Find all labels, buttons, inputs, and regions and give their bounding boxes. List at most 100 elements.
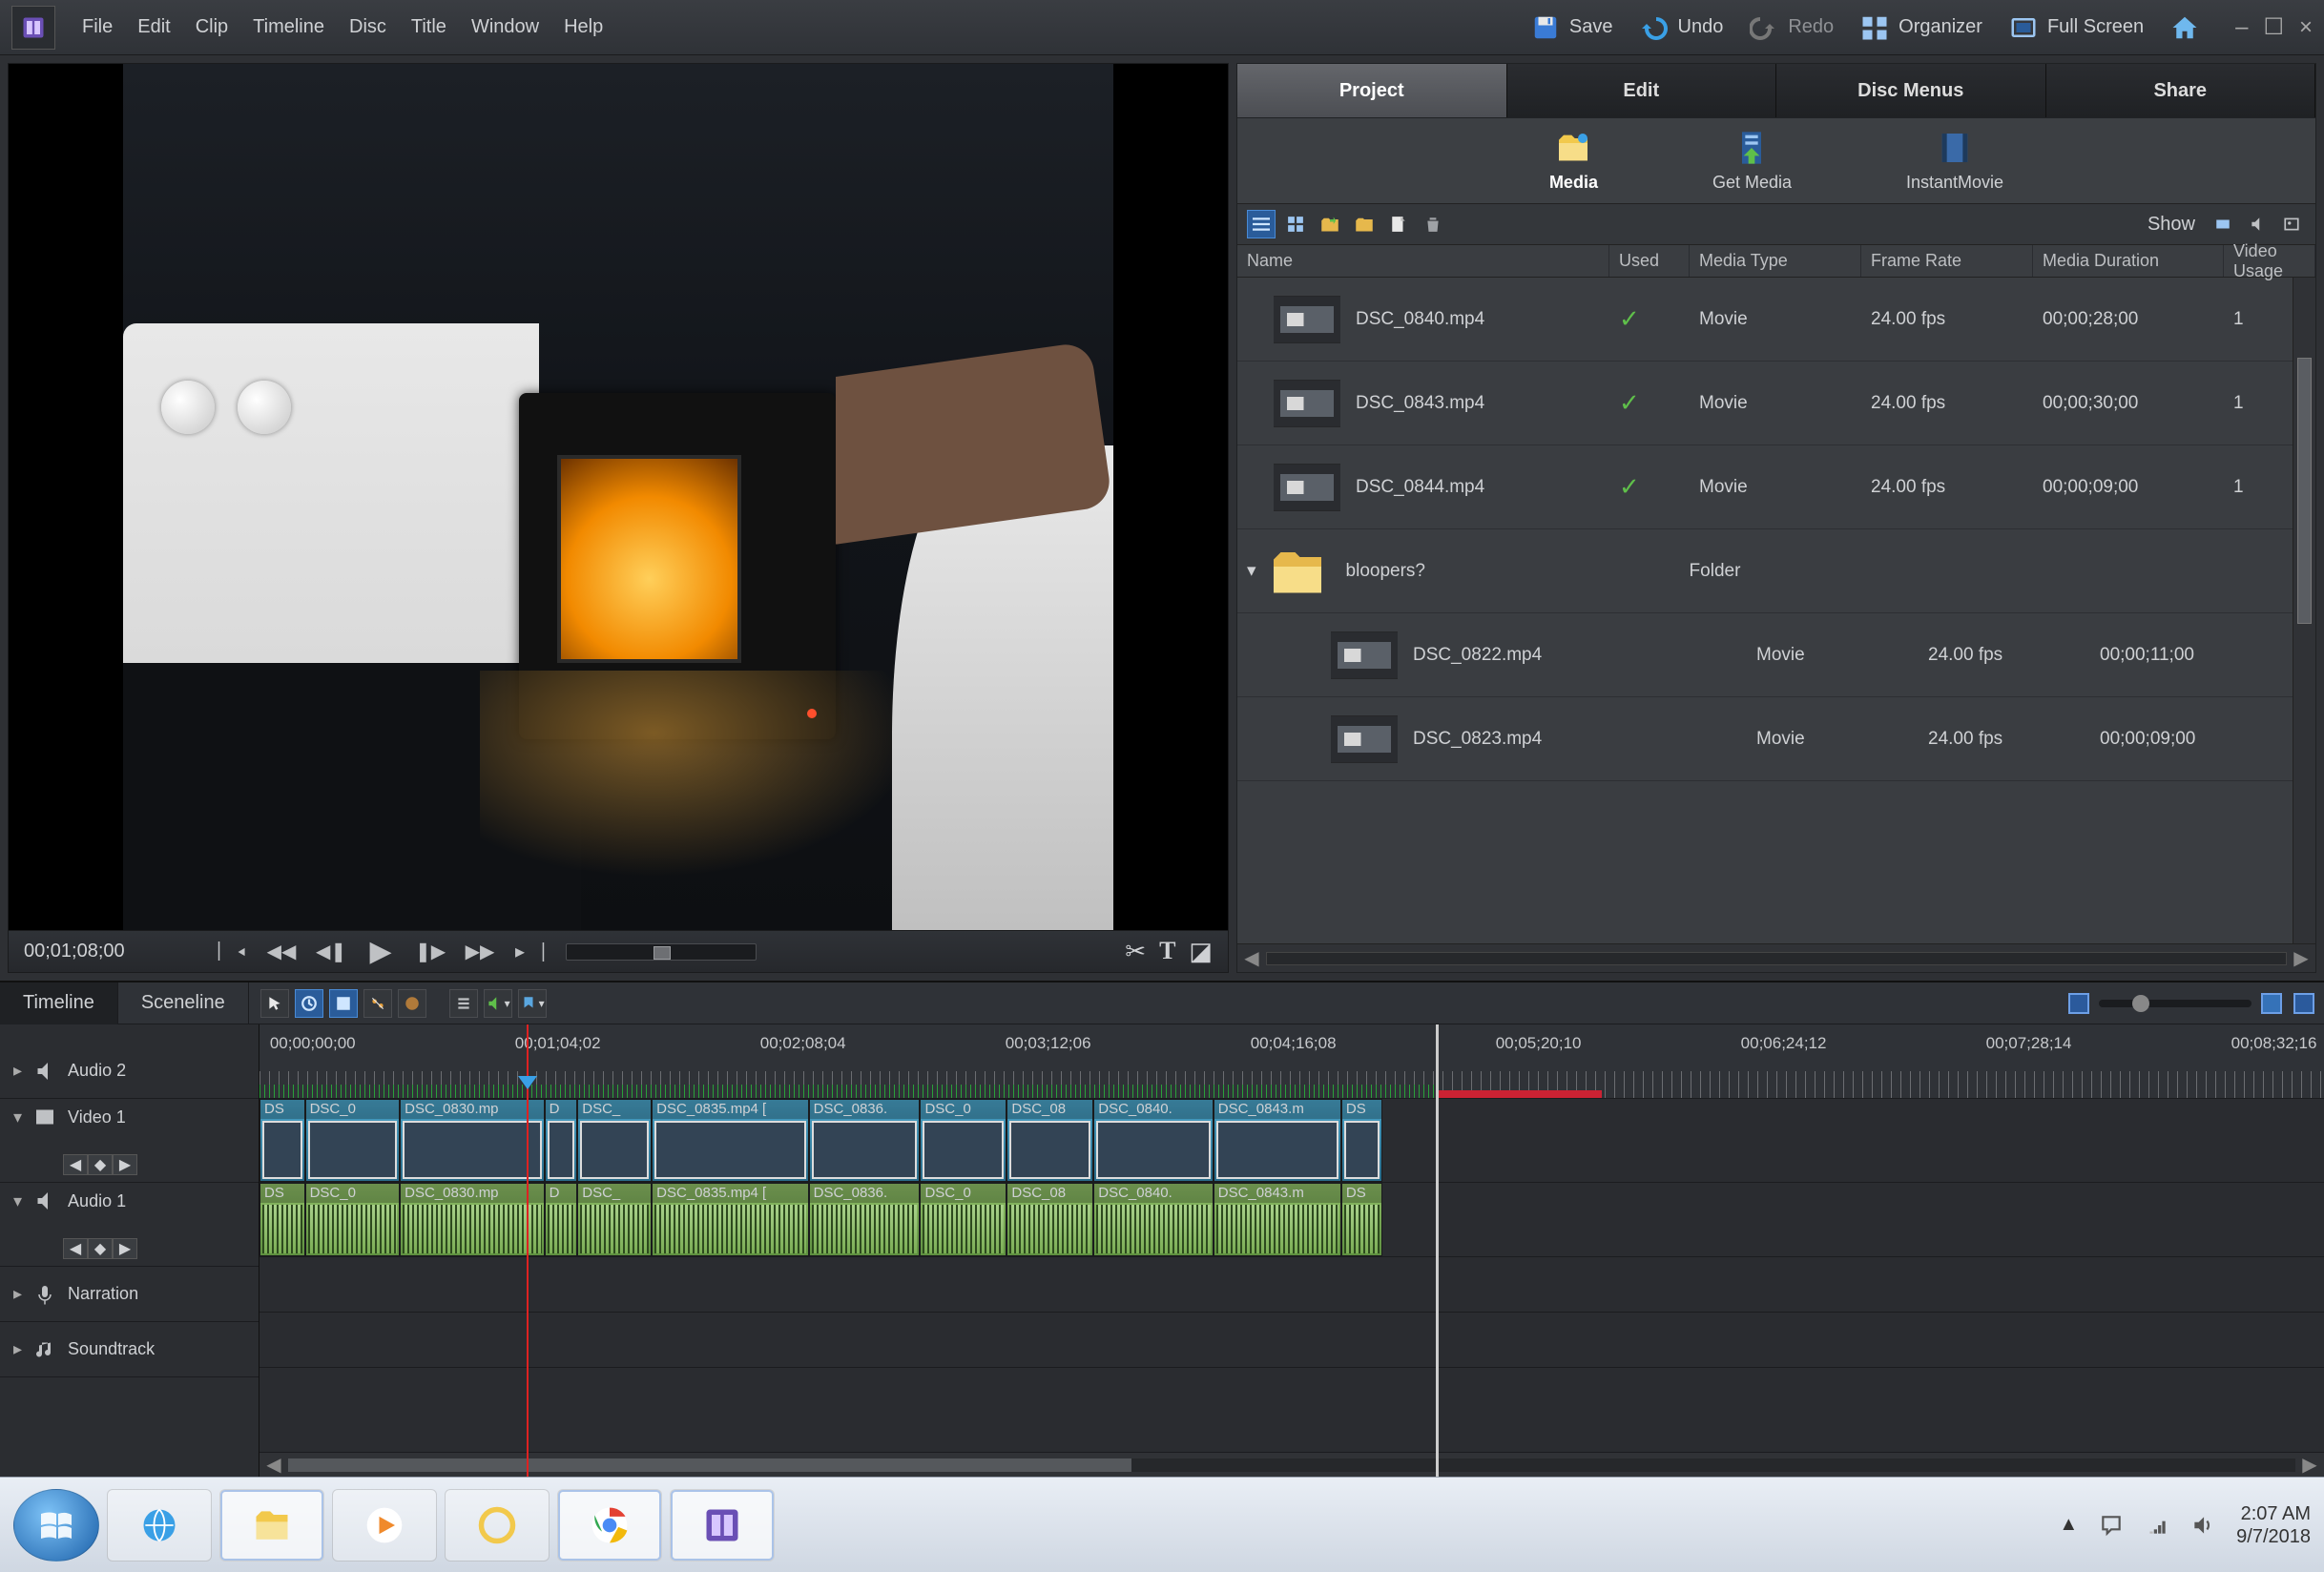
mode-timeline[interactable]: Timeline — [0, 982, 118, 1024]
current-timecode[interactable]: 00;01;08;00 — [24, 941, 196, 962]
soundtrack-track[interactable] — [259, 1313, 2324, 1368]
video-clip[interactable]: DSC_0836. — [809, 1099, 921, 1182]
freeze-frame-button[interactable]: ◪ — [1189, 937, 1213, 966]
video-clip[interactable]: DS — [259, 1099, 305, 1182]
media-list[interactable]: DSC_0840.mp4✓Movie24.00 fps00;00;28;001D… — [1237, 278, 2315, 943]
tray-action-center-icon[interactable] — [2099, 1513, 2124, 1538]
tab-disc-menus[interactable]: Disc Menus — [1776, 64, 2046, 117]
taskbar-ie[interactable] — [107, 1489, 212, 1562]
redo-button[interactable]: Redo — [1736, 10, 1847, 46]
audio-clip[interactable]: DSC_0 — [305, 1183, 401, 1256]
tab-project[interactable]: Project — [1237, 64, 1507, 117]
undo-button[interactable]: Undo — [1627, 10, 1737, 46]
home-button[interactable] — [2157, 10, 2212, 46]
media-row[interactable]: DSC_0840.mp4✓Movie24.00 fps00;00;28;001 — [1237, 278, 2315, 362]
maximize-button[interactable]: ☐ — [2263, 18, 2284, 37]
playhead[interactable] — [527, 1024, 529, 1477]
play-button[interactable]: ▶ — [367, 939, 394, 965]
rewind-button[interactable]: ◀◀ — [268, 939, 295, 965]
tray-network-icon[interactable] — [2145, 1513, 2169, 1538]
zoom-slider[interactable] — [2099, 1000, 2251, 1007]
track-video1-nav[interactable]: ◀◆▶ — [63, 1154, 137, 1175]
view-grid-button[interactable] — [1281, 210, 1310, 238]
organizer-button[interactable]: Organizer — [1847, 10, 1996, 46]
fast-forward-button[interactable]: ▶▶ — [467, 939, 493, 965]
goto-in-button[interactable]: ⎸◂ — [218, 939, 245, 965]
col-fps[interactable]: Frame Rate — [1861, 245, 2033, 277]
goto-out-button[interactable]: ▸⎹ — [516, 939, 543, 965]
media-row[interactable]: ▾bloopers?Folder — [1237, 529, 2315, 613]
tray-volume-icon[interactable] — [2190, 1513, 2215, 1538]
show-still-button[interactable] — [2277, 210, 2306, 238]
system-tray[interactable]: ▲ 2:07 AM 9/7/2018 — [2059, 1502, 2311, 1548]
time-ruler[interactable]: 00;00;00;0000;01;04;0200;02;08;0400;03;1… — [259, 1024, 2324, 1099]
audio-tool[interactable]: ▾ — [484, 989, 512, 1018]
track-header-narration[interactable]: ▸ Narration — [0, 1267, 259, 1322]
cookie-tool[interactable] — [398, 989, 426, 1018]
start-button[interactable] — [13, 1489, 99, 1562]
preview-monitor[interactable] — [8, 63, 1229, 931]
add-text-button[interactable]: T — [1159, 937, 1175, 966]
audio1-track[interactable]: DSDSC_0DSC_0830.mpDDSC_DSC_0835.mp4 [DSC… — [259, 1183, 2324, 1257]
tracks-area[interactable]: 00;00;00;0000;01;04;0200;02;08;0400;03;1… — [259, 1024, 2324, 1477]
close-button[interactable]: × — [2299, 18, 2313, 37]
media-scrollbar[interactable] — [2293, 278, 2315, 943]
split-clip-button[interactable]: ✂ — [1125, 937, 1146, 966]
panel-hscroll[interactable]: ◀▶ — [1237, 943, 2315, 972]
audio-clip[interactable]: DSC_0836. — [809, 1183, 921, 1256]
shuttle-slider[interactable] — [566, 943, 757, 961]
media-row[interactable]: DSC_0822.mp4Movie24.00 fps00;00;11;00 — [1237, 613, 2315, 697]
save-button[interactable]: Save — [1518, 10, 1627, 46]
audio-clip[interactable]: DS — [1341, 1183, 1382, 1256]
timeline-hscroll[interactable]: ◀▶ — [259, 1452, 2324, 1477]
track-header-soundtrack[interactable]: ▸ Soundtrack — [0, 1322, 259, 1377]
properties-tool[interactable] — [329, 989, 358, 1018]
smart-trim-tool[interactable] — [363, 989, 392, 1018]
col-type[interactable]: Media Type — [1690, 245, 1861, 277]
zoom-out-button[interactable] — [2068, 993, 2089, 1014]
taskbar-media-player[interactable] — [332, 1489, 437, 1562]
video-clip[interactable]: DSC_0835.mp4 [ — [652, 1099, 808, 1182]
video-clip[interactable]: DSC_08 — [1006, 1099, 1093, 1182]
audio-clip[interactable]: DSC_0843.m — [1214, 1183, 1341, 1256]
track-audio1-nav[interactable]: ◀◆▶ — [63, 1238, 137, 1259]
col-used[interactable]: Used — [1609, 245, 1690, 277]
audio-clip[interactable]: DSC_0840. — [1093, 1183, 1214, 1256]
col-usage[interactable]: Video Usage — [2224, 245, 2315, 277]
video-clip[interactable]: DSC_ — [577, 1099, 652, 1182]
new-item-menu-button[interactable] — [1384, 210, 1413, 238]
media-row[interactable]: DSC_0844.mp4✓Movie24.00 fps00;00;09;001 — [1237, 445, 2315, 529]
media-row[interactable]: DSC_0843.mp4✓Movie24.00 fps00;00;30;001 — [1237, 362, 2315, 445]
marker-add[interactable]: ▾ — [518, 989, 547, 1018]
new-item-button[interactable] — [1350, 210, 1379, 238]
step-back-button[interactable]: ◀❚ — [318, 939, 344, 965]
audio-clip[interactable]: D — [545, 1183, 578, 1256]
mode-sceneline[interactable]: Sceneline — [118, 982, 249, 1024]
step-forward-button[interactable]: ❚▶ — [417, 939, 444, 965]
tray-show-hidden-icon[interactable]: ▲ — [2059, 1514, 2078, 1536]
track-header-video1[interactable]: ▾ Video 1 ◀◆▶ — [0, 1099, 259, 1183]
track-header-audio1[interactable]: ▾ Audio 1 ◀◆▶ — [0, 1183, 259, 1267]
menu-edit[interactable]: Edit — [128, 12, 179, 42]
new-folder-button[interactable] — [1316, 210, 1344, 238]
audio-clip[interactable]: DSC_0830.mp — [400, 1183, 544, 1256]
video-clip[interactable]: DSC_0830.mp — [400, 1099, 544, 1182]
menu-disc[interactable]: Disc — [340, 12, 396, 42]
strip-get-media[interactable]: Get Media — [1712, 129, 1792, 193]
taskbar-app-o[interactable] — [445, 1489, 550, 1562]
video-clip[interactable]: D — [545, 1099, 578, 1182]
minimize-button[interactable]: – — [2235, 18, 2248, 37]
show-video-button[interactable] — [2209, 210, 2237, 238]
audio-clip[interactable]: DSC_ — [577, 1183, 652, 1256]
strip-instantmovie[interactable]: InstantMovie — [1906, 129, 2003, 193]
delete-button[interactable] — [1419, 210, 1447, 238]
audio-clip[interactable]: DSC_0835.mp4 [ — [652, 1183, 808, 1256]
audio-clip[interactable]: DS — [259, 1183, 305, 1256]
time-stretch-tool[interactable] — [295, 989, 323, 1018]
track-header-audio2[interactable]: ▸ Audio 2 — [0, 1044, 259, 1099]
menu-help[interactable]: Help — [554, 12, 612, 42]
tray-clock[interactable]: 2:07 AM 9/7/2018 — [2236, 1502, 2311, 1548]
narration-track[interactable] — [259, 1257, 2324, 1313]
video1-track[interactable]: DSDSC_0DSC_0830.mpDDSC_DSC_0835.mp4 [DSC… — [259, 1099, 2324, 1183]
view-list-button[interactable] — [1247, 210, 1276, 238]
